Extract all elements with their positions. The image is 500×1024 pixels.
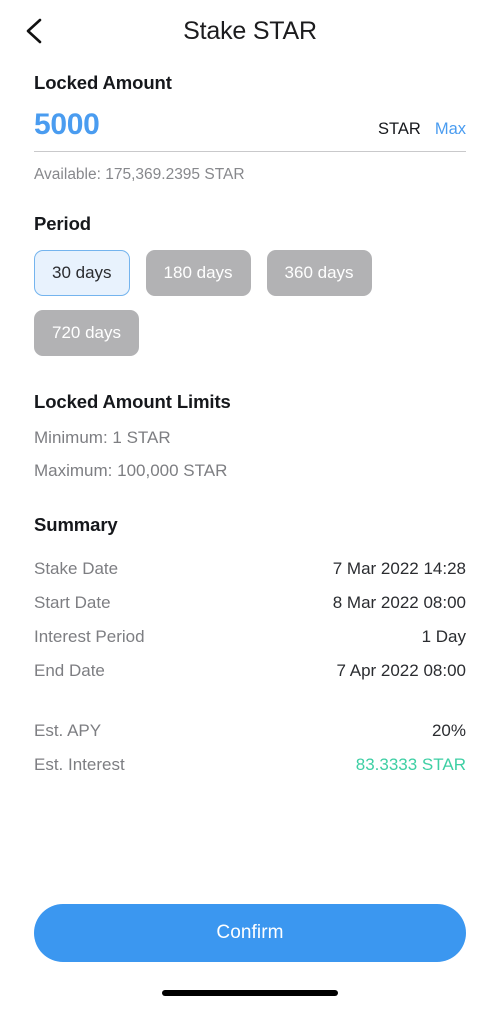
period-options: 30 days 180 days 360 days 720 days — [34, 250, 434, 356]
summary-value-end-date: 7 Apr 2022 08:00 — [336, 661, 466, 680]
period-option-720-days[interactable]: 720 days — [34, 310, 139, 356]
limits-heading: Locked Amount Limits — [34, 391, 231, 412]
amount-input-row: STAR Max — [34, 108, 466, 142]
table-row: Stake Date 7 Mar 2022 14:28 — [34, 552, 466, 586]
available-balance-text: Available: 175,369.2395 STAR — [34, 166, 245, 183]
confirm-button[interactable]: Confirm — [34, 904, 466, 962]
table-row: Start Date 8 Mar 2022 08:00 — [34, 586, 466, 620]
period-option-30-days[interactable]: 30 days — [34, 250, 130, 296]
summary-value-est-apy: 20% — [431, 721, 466, 740]
table-row: Est. Interest 83.3333 STAR — [34, 748, 466, 782]
footer-actions: Confirm — [0, 904, 500, 962]
locked-amount-heading: Locked Amount — [34, 72, 172, 93]
summary-key-interest-period: Interest Period — [34, 627, 145, 646]
back-button[interactable] — [12, 9, 56, 53]
table-row: Interest Period 1 Day — [34, 620, 466, 654]
summary-key-est-interest: Est. Interest — [34, 755, 125, 774]
period-heading: Period — [34, 213, 91, 234]
summary-key-stake-date: Stake Date — [34, 559, 119, 578]
estimate-rows: Est. APY 20% Est. Interest 83.3333 STAR — [34, 714, 466, 782]
chevron-left-icon — [23, 16, 45, 46]
table-row: Est. APY 20% — [34, 714, 466, 748]
summary-rows: Stake Date 7 Mar 2022 14:28 Start Date 8… — [34, 552, 466, 688]
summary-heading: Summary — [34, 514, 118, 535]
home-indicator-area — [0, 962, 500, 1024]
limit-maximum: Maximum: 100,000 STAR — [34, 461, 228, 480]
summary-value-start-date: 8 Mar 2022 08:00 — [332, 593, 466, 612]
max-button[interactable]: Max — [435, 120, 466, 139]
main-content: Locked Amount STAR Max Available: 175,36… — [0, 62, 500, 843]
limit-minimum: Minimum: 1 STAR — [34, 428, 171, 447]
period-option-180-days[interactable]: 180 days — [145, 250, 251, 296]
page-title: Stake STAR — [183, 16, 317, 45]
summary-key-end-date: End Date — [34, 661, 105, 680]
stake-screen: Stake STAR Locked Amount STAR Max Availa… — [0, 0, 500, 1024]
app-header: Stake STAR — [0, 0, 500, 62]
summary-value-stake-date: 7 Mar 2022 14:28 — [332, 559, 466, 578]
locked-amount-input[interactable] — [34, 108, 264, 142]
amount-divider — [34, 151, 466, 152]
summary-key-start-date: Start Date — [34, 593, 111, 612]
home-indicator — [162, 990, 338, 996]
period-option-360-days[interactable]: 360 days — [266, 250, 372, 296]
summary-value-est-interest: 83.3333 STAR — [355, 755, 466, 774]
summary-value-interest-period: 1 Day — [421, 627, 466, 646]
amount-row-right: STAR Max — [378, 120, 466, 139]
amount-ticker-label: STAR — [378, 120, 421, 138]
table-row: End Date 7 Apr 2022 08:00 — [34, 654, 466, 688]
summary-key-est-apy: Est. APY — [34, 721, 102, 740]
